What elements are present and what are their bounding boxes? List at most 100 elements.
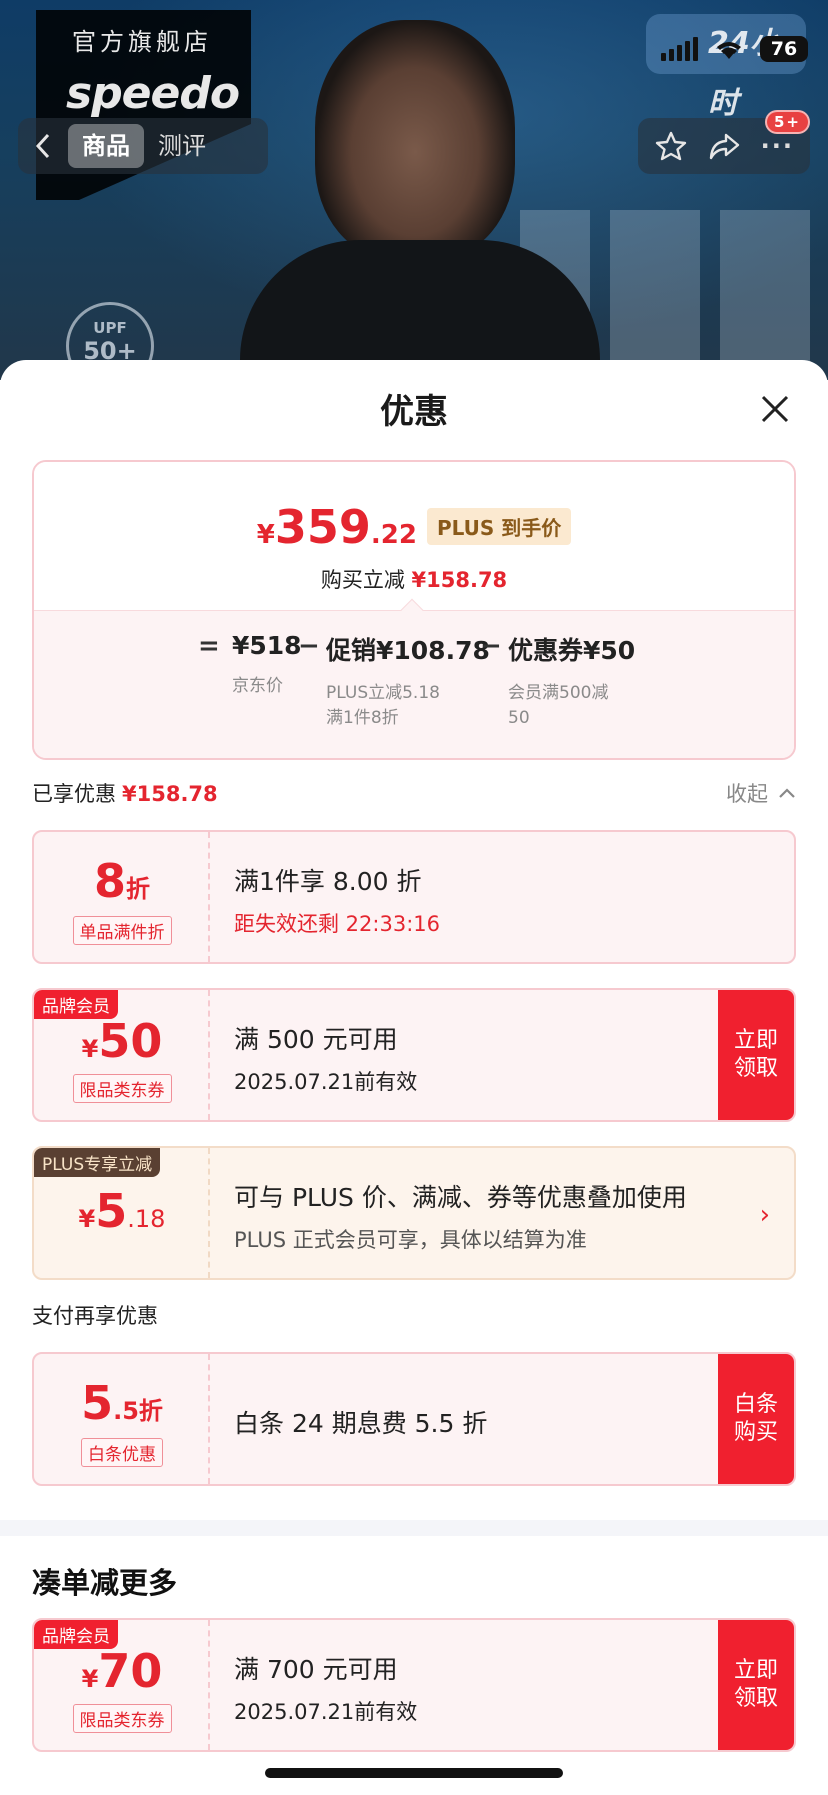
back-button[interactable] [18,118,68,174]
value-number: 70 [98,1644,163,1698]
tab-reviews[interactable]: 测评 [144,124,220,168]
coupon-amount: 优惠券¥50 [508,636,636,665]
card-expiry: 2025.07.21前有效 [234,1700,418,1724]
claim-coupon-button[interactable]: 立即领取 [718,1620,794,1750]
formula-item: 优惠券¥50 会员满500减 50 [508,631,635,731]
share-icon [709,133,740,160]
reduction-label: 购买立减 [320,568,405,592]
nav-right-group: ··· 5+ [638,110,810,174]
favorite-button[interactable] [649,124,693,168]
list-price: ¥518 [232,631,302,660]
coupon-detail-line: 会员满500减 [508,683,609,703]
card-condition: 白条 24 期息费 5.5 折 [234,1409,488,1438]
discount-sheet: 优惠 ¥359.22 PLUS 到手价 购买立减 ¥158.78 = ¥518 … [0,360,828,1795]
list-price-label: 京东价 [232,676,283,696]
store-label: 官方旗舰店 [72,28,212,56]
baitiao-buy-button[interactable]: 白条购买 [718,1354,794,1484]
card-condition: 满 500 元可用 [234,1025,398,1054]
minus-sign: − [298,631,320,661]
coupon-card: 品牌会员 ¥70 限品类东券 满 700 元可用 2025.07.21前有效 立… [32,1618,796,1752]
card-value-area: 品牌会员 ¥70 限品类东券 [34,1620,210,1750]
final-price: ¥359.22 [257,500,417,554]
collapse-label: 收起 [726,782,768,806]
card-value: 8折 [34,854,210,908]
add-on-section-title: 凑单减更多 [32,1566,178,1600]
promotion-detail-line: 满1件8折 [326,708,399,728]
chevron-right-icon: › [759,1200,770,1230]
card-expiry: 2025.07.21前有效 [234,1070,418,1094]
card-condition: 可与 PLUS 价、满减、券等优惠叠加使用 [234,1183,687,1212]
claim-label: 立即领取 [733,1028,778,1081]
value-currency: ¥ [81,1665,99,1693]
model-head [315,20,515,260]
formula-item: 促销¥108.78 PLUS立减5.18 满1件8折 [326,631,490,731]
payment-section-title: 支付再享优惠 [32,1304,158,1328]
promotion-details: PLUS立减5.18 满1件8折 [326,681,490,731]
model-body [240,240,600,380]
battery-indicator: 76 [760,36,808,62]
plus-exclusive-tag: PLUS专享立减 [34,1148,161,1177]
buy-label: 白条购买 [733,1392,778,1445]
price-currency: ¥ [256,520,275,550]
wifi-icon [717,42,741,59]
card-type-chip: 单品满件折 [72,916,172,945]
close-icon[interactable] [758,392,792,426]
instant-reduction: 购买立减 ¥158.78 [34,564,794,594]
brand-name: speedo [66,68,240,119]
value-suffix: .5折 [113,1397,163,1425]
more-dots-icon: ··· 5+ [761,110,810,160]
value-number: 8 [93,854,126,908]
home-indicator[interactable] [265,1768,563,1778]
plus-price-tag: PLUS 到手价 [426,508,572,545]
value-currency: ¥ [81,1035,99,1063]
card-type-chip: 白条优惠 [81,1438,163,1467]
price-decimal: .22 [370,520,417,550]
background-window [610,210,700,380]
section-divider [0,1520,828,1536]
message-count-badge: 5+ [764,110,810,134]
card-value: ¥5.18 [34,1184,210,1238]
upf-label: UPF [93,319,127,337]
sheet-title: 优惠 [380,392,448,432]
equals-sign: = [198,631,220,661]
card-type-chip: 限品类东券 [72,1704,172,1733]
promotion-amount: 促销¥108.78 [326,636,490,665]
value-currency: ¥ [78,1205,96,1233]
card-value: ¥50 [34,1014,210,1068]
price-integer: 359 [274,500,371,554]
tab-product[interactable]: 商品 [68,124,144,168]
chevron-left-icon [35,133,50,159]
enjoyed-discount: 已享优惠 ¥158.78 [32,778,218,808]
card-condition: 满1件享 8.00 折 [234,867,422,896]
card-value-area: 品牌会员 ¥50 限品类东券 [34,990,210,1120]
card-note: PLUS 正式会员可享，具体以结算为准 [234,1228,587,1252]
value-number: 50 [98,1014,163,1068]
nav-left-group: 商品 测评 [18,118,268,174]
value-number: 5 [95,1184,128,1238]
card-value-area: 5.5折 白条优惠 [34,1354,210,1484]
card-value: ¥70 [34,1644,210,1698]
coupon-detail-line: 50 [508,708,530,728]
enjoyed-value: ¥158.78 [122,782,218,806]
value-number: 5 [81,1376,114,1430]
promotion-detail-line: PLUS立减5.18 [326,683,440,703]
status-bar: 76 [661,36,808,62]
card-countdown: 距失效还剩 22:33:16 [234,912,440,936]
star-icon [655,131,686,161]
card-type-chip: 限品类东券 [72,1074,172,1103]
share-button[interactable] [702,124,746,168]
more-button[interactable]: ··· 5+ [755,110,810,168]
claim-coupon-button[interactable]: 立即领取 [718,990,794,1120]
price-summary: ¥359.22 PLUS 到手价 购买立减 ¥158.78 = ¥518 京东价… [32,460,796,760]
value-suffix: 折 [126,875,150,903]
background-window [720,210,810,380]
card-condition: 满 700 元可用 [234,1655,398,1684]
plus-discount-card[interactable]: PLUS专享立减 ¥5.18 可与 PLUS 价、满减、券等优惠叠加使用 PLU… [32,1146,796,1280]
payment-discount-card: 5.5折 白条优惠 白条 24 期息费 5.5 折 白条购买 [32,1352,796,1486]
card-value-area: 8折 单品满件折 [34,832,210,962]
minus-sign: − [480,631,502,661]
coupon-card: 品牌会员 ¥50 限品类东券 满 500 元可用 2025.07.21前有效 立… [32,988,796,1122]
value-suffix: .18 [127,1205,166,1233]
claim-label: 立即领取 [733,1658,778,1711]
collapse-button[interactable]: 收起 [726,778,796,808]
